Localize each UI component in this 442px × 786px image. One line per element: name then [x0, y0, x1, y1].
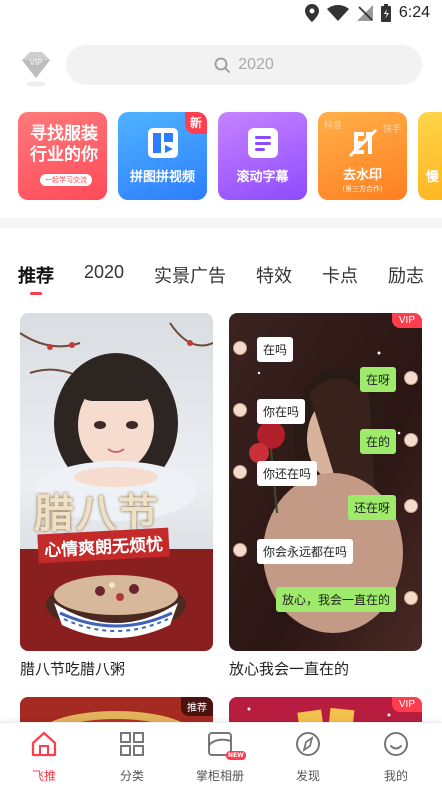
nav-label: 飞推	[31, 769, 56, 783]
chat-bubble-right: 还在呀	[347, 495, 396, 520]
chat-bubble-left: 你在吗	[257, 399, 306, 424]
svg-text:VIP: VIP	[30, 58, 43, 67]
watermark-icon	[348, 128, 378, 158]
nav-item-discover[interactable]: 发现	[264, 729, 352, 784]
chat-bubble-right: 放心，我会一直在的	[275, 587, 396, 612]
tab-effects[interactable]: 特效	[256, 262, 292, 292]
chat-avatar-right	[404, 591, 418, 605]
nav-item-category[interactable]: 分类	[88, 729, 176, 784]
nav-label: 我的	[383, 769, 408, 783]
subtitle-icon	[248, 128, 278, 158]
tab-2020[interactable]: 2020	[84, 262, 124, 292]
tab-recommend[interactable]: 推荐	[18, 262, 54, 292]
section-divider	[0, 218, 442, 228]
card-caption[interactable]: 腊八节吃腊八粥	[20, 658, 125, 679]
bottom-nav: 飞推 分类 NEW 掌柜相册 发现 我的	[0, 722, 442, 786]
watermark-text: 抖音	[324, 121, 343, 131]
clock: 6:24	[398, 4, 430, 21]
feature-text-line: 寻找服装	[30, 124, 98, 144]
feature-text-line: 行业的你	[30, 145, 98, 165]
feature-card-fashion[interactable]: 寻找服装 行业的你 一起学习交流	[18, 112, 107, 200]
feature-strip: 寻找服装 行业的你 一起学习交流 新 拼图拼视频 滚动字幕 抖音 快手 去水印 …	[18, 112, 442, 202]
chat-avatar-left	[233, 341, 247, 355]
chat-avatar-right	[404, 433, 418, 447]
chat-bubble-right: 在的	[359, 429, 396, 454]
watermark-text: 快手	[382, 125, 401, 135]
feature-label: 滚动字幕	[236, 170, 289, 185]
nav-label: 分类	[119, 769, 144, 783]
chat-avatar-left	[233, 543, 247, 557]
chat-bubble-left: 在吗	[257, 337, 294, 362]
nav-label: 掌柜相册	[195, 769, 244, 783]
card-thumbnail: VIP 在吗 在呀 你在吗 在的 你还在吗 还在呀 你会永远都在吗 放心，我会一…	[229, 313, 422, 651]
home-icon	[31, 731, 57, 757]
vip-badge: VIP	[391, 313, 422, 328]
template-card-chat[interactable]: VIP 在吗 在呀 你在吗 在的 你还在吗 还在呀 你会永远都在吗 放心，我会一…	[229, 313, 422, 651]
feature-label: 拼图拼视频	[129, 170, 195, 185]
tab-beat[interactable]: 卡点	[322, 262, 358, 292]
chat-avatar-right	[404, 499, 418, 513]
new-badge: 新	[185, 112, 207, 134]
feature-card-subtitle[interactable]: 滚动字幕	[218, 112, 307, 200]
nav-item-mine[interactable]: 我的	[352, 729, 440, 784]
active-tab-indicator	[30, 292, 42, 295]
smile-icon	[384, 732, 408, 756]
category-tabs: 推荐 2020 实景广告 特效 卡点 励志	[18, 262, 442, 292]
feature-sublabel: (第三方合作)	[342, 185, 383, 193]
no-signal-icon	[356, 5, 373, 21]
tab-scene-ads[interactable]: 实景广告	[154, 262, 226, 292]
template-card-laba[interactable]: 腊八节 心情爽朗无烦忧	[20, 313, 213, 651]
location-icon	[304, 4, 319, 22]
feature-card-watermark[interactable]: 抖音 快手 去水印 (第三方合作)	[318, 112, 407, 200]
card-caption[interactable]: 放心我会一直在的	[229, 658, 349, 679]
card-thumbnail: 腊八节 心情爽朗无烦忧	[20, 313, 213, 651]
nav-item-feitui[interactable]: 飞推	[0, 729, 88, 784]
chat-bubble-left: 你会永远都在吗	[257, 539, 354, 564]
recommend-badge: 推荐	[181, 697, 213, 716]
chat-bubble-left: 你还在吗	[257, 461, 318, 486]
battery-icon	[380, 4, 391, 22]
search-input[interactable]: 2020	[66, 45, 422, 85]
wifi-icon	[326, 5, 349, 21]
collage-icon	[148, 128, 178, 158]
nav-label: 发现	[295, 769, 320, 783]
feature-label: 去水印	[342, 168, 382, 183]
feature-card-partial[interactable]: 慢	[418, 112, 442, 200]
new-badge: NEW	[226, 751, 246, 760]
chat-bubble-right: 在呀	[359, 367, 396, 392]
tab-inspire[interactable]: 励志	[388, 262, 424, 292]
vip-badge: VIP	[391, 697, 422, 712]
search-placeholder: 2020	[238, 56, 274, 73]
chat-avatar-left	[233, 465, 247, 479]
feature-card-collage[interactable]: 新 拼图拼视频	[118, 112, 207, 200]
vip-badge-icon[interactable]: VIP	[18, 50, 54, 87]
feature-pill: 一起学习交流	[40, 174, 92, 186]
chat-avatar-right	[404, 371, 418, 385]
nav-item-album[interactable]: NEW 掌柜相册	[176, 729, 264, 784]
compass-icon	[296, 732, 320, 756]
status-bar: 6:24	[0, 0, 442, 32]
feature-label: 慢	[426, 170, 440, 185]
chat-avatar-left	[233, 403, 247, 417]
grid-icon	[120, 732, 144, 756]
search-icon	[214, 57, 231, 73]
